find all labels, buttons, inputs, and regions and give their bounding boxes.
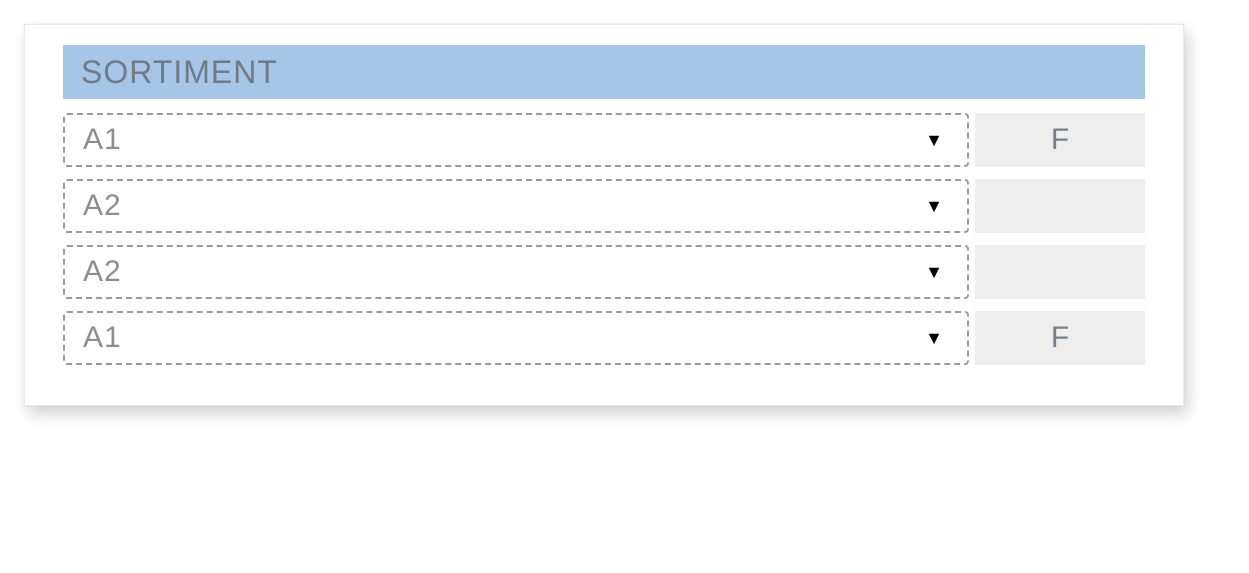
sortiment-panel: SORTIMENT A1 ▼ F A2 ▼ A2 ▼ [24,24,1184,406]
chevron-down-icon: ▼ [925,197,943,215]
row: A1 ▼ F [63,311,1145,365]
sortiment-dropdown[interactable]: A2 ▼ [63,179,969,233]
row-badge: F [975,311,1145,365]
row-badge: F [975,113,1145,167]
panel-inner: SORTIMENT A1 ▼ F A2 ▼ A2 ▼ [63,45,1145,365]
panel-header: SORTIMENT [63,45,1145,99]
sortiment-dropdown[interactable]: A1 ▼ [63,311,969,365]
sortiment-dropdown[interactable]: A1 ▼ [63,113,969,167]
chevron-down-icon: ▼ [925,263,943,281]
row: A2 ▼ [63,245,1145,299]
row-badge [975,179,1145,233]
row-badge [975,245,1145,299]
row: A2 ▼ [63,179,1145,233]
dropdown-value: A1 [83,321,122,355]
chevron-down-icon: ▼ [925,131,943,149]
rows-container: A1 ▼ F A2 ▼ A2 ▼ [63,113,1145,365]
chevron-down-icon: ▼ [925,329,943,347]
sortiment-dropdown[interactable]: A2 ▼ [63,245,969,299]
dropdown-value: A1 [83,123,122,157]
dropdown-value: A2 [83,255,122,289]
row: A1 ▼ F [63,113,1145,167]
dropdown-value: A2 [83,189,122,223]
